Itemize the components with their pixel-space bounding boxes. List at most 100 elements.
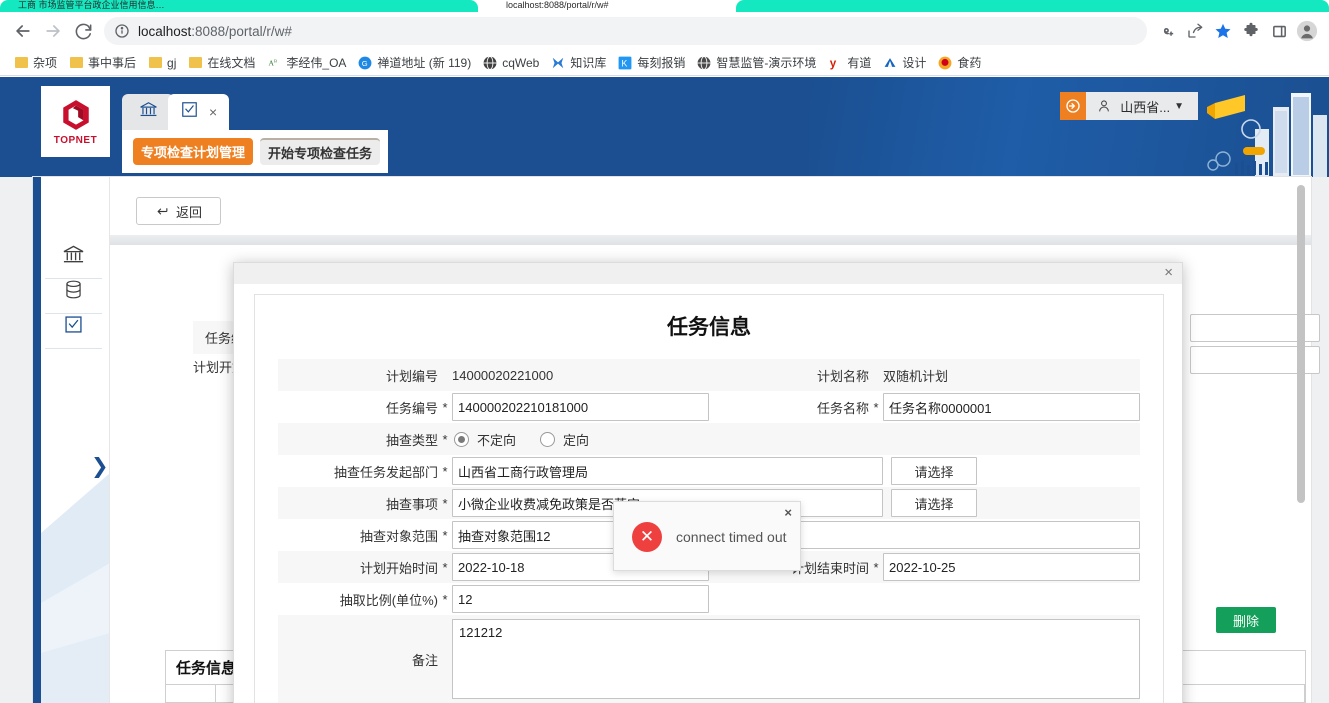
youdao-icon: y: [828, 56, 842, 70]
globe-dark-icon: [697, 55, 711, 70]
toast-close-icon[interactable]: ×: [784, 505, 792, 520]
item-select-button[interactable]: 请选择: [891, 489, 977, 517]
bookmark-item[interactable]: cqWeb: [477, 52, 545, 74]
remark-textarea[interactable]: 121212: [452, 619, 1140, 699]
task-name-input[interactable]: 任务名称0000001: [883, 393, 1140, 421]
x-star-icon: [551, 56, 565, 70]
radio-directed[interactable]: [540, 431, 556, 447]
bookmark-item[interactable]: y 有道: [822, 52, 877, 74]
bookmark-item[interactable]: K 每刻报销: [612, 52, 691, 74]
bookmark-star-icon[interactable]: [1209, 17, 1237, 45]
side-panel-icon[interactable]: [1265, 17, 1293, 45]
value-plan-no: 14000020221000: [452, 359, 709, 391]
form-row-plan: 计划编号 14000020221000 计划名称 双随机计划: [278, 359, 1140, 391]
extensions-icon[interactable]: [1237, 17, 1265, 45]
required-marker: *: [438, 423, 452, 455]
label-task-name: 任务名称: [709, 391, 869, 423]
bookmark-item[interactable]: 食药: [932, 52, 987, 74]
required-marker: *: [869, 551, 883, 583]
bookmark-label: 有道: [847, 56, 872, 70]
address-bar[interactable]: localhost:8088/portal/r/w#: [104, 17, 1147, 45]
bookmark-item[interactable]: AB 李经伟_OA: [261, 52, 352, 74]
profile-avatar-icon[interactable]: [1293, 17, 1321, 45]
label-item: 抽查事项: [278, 487, 438, 519]
bookmark-item[interactable]: 知识库: [545, 52, 612, 74]
bookmark-label: 在线文档: [207, 56, 256, 70]
key-icon[interactable]: [1153, 17, 1181, 45]
svg-text:K: K: [622, 58, 628, 68]
error-toast: × ✕ connect timed out: [613, 501, 801, 571]
browser-tab[interactable]: [736, 0, 1329, 12]
required-marker: *: [438, 455, 452, 487]
spacer-cell: [709, 423, 869, 455]
site-info-icon[interactable]: [114, 23, 130, 39]
bookmarks-bar: 杂项 事中事后 gj 在线文档 AB 李经伟_OA G 禅道地址 (新 119): [0, 50, 1329, 76]
folder-icon: [69, 56, 83, 70]
folder-icon: [148, 56, 162, 70]
dept-input[interactable]: 山西省工商行政管理局: [452, 457, 883, 485]
bookmark-label: 事中事后: [88, 56, 137, 70]
bookmark-item[interactable]: 智慧监管-演示环境: [691, 52, 822, 74]
bookmark-label: 杂项: [33, 56, 58, 70]
error-circle-icon: ✕: [632, 522, 662, 552]
forward-icon[interactable]: [38, 16, 68, 46]
label-check-type: 抽查类型: [278, 423, 438, 455]
label-start-time: 计划开始时间: [278, 551, 438, 583]
radio-directed-label[interactable]: 定向: [563, 430, 589, 449]
share-icon[interactable]: [1181, 17, 1209, 45]
folder-icon: [188, 56, 202, 70]
close-tab-icon[interactable]: ×: [209, 104, 217, 120]
end-time-input[interactable]: 2022-10-25: [883, 553, 1140, 581]
bookmark-item[interactable]: 设计: [877, 52, 932, 74]
ratio-input[interactable]: 12: [452, 585, 709, 613]
bookmark-item[interactable]: 事中事后: [63, 52, 142, 74]
bookmark-item[interactable]: G 禅道地址 (新 119): [352, 52, 477, 74]
system-tab-inspection[interactable]: ×: [168, 94, 230, 130]
spacer-cell: [883, 423, 1140, 455]
bookmark-label: 智慧监管-演示环境: [716, 56, 817, 70]
form-row-check-type: 抽查类型 * 不定向 定向: [278, 423, 1140, 455]
spacer-cell: [869, 423, 883, 455]
folder-icon: [14, 56, 28, 70]
label-remark: 备注: [278, 615, 438, 703]
toast-message: connect timed out: [676, 529, 787, 545]
ab-icon: AB: [267, 56, 281, 70]
modal-title: 任务信息: [667, 316, 751, 339]
browser-tab[interactable]: 工商 市场监管平台政企业信用信息…: [0, 0, 478, 12]
check-type-radio-group: 不定向 定向: [452, 430, 709, 449]
required-marker: *: [438, 551, 452, 583]
browser-tab-active[interactable]: localhost:8088/portal/r/w#: [488, 0, 728, 12]
globe-icon: [483, 55, 497, 70]
bookmark-label: gj: [167, 55, 177, 70]
reload-icon[interactable]: [68, 16, 98, 46]
label-dept: 抽查任务发起部门: [278, 455, 438, 487]
close-icon[interactable]: ×: [1164, 264, 1173, 281]
browser-tab-title: localhost:8088/portal/r/w#: [506, 0, 609, 10]
zentao-icon: G: [358, 56, 372, 70]
bookmark-item[interactable]: 杂项: [8, 52, 63, 74]
bookmark-item[interactable]: 在线文档: [182, 52, 261, 74]
task-no-input[interactable]: 140000202210181000: [452, 393, 709, 421]
label-plan-name: 计划名称: [709, 359, 869, 391]
required-marker: *: [869, 391, 883, 423]
dept-select-button[interactable]: 请选择: [891, 457, 977, 485]
bookmark-label: 李经伟_OA: [286, 56, 347, 70]
req-plan-no: [438, 359, 452, 391]
required-marker: *: [438, 583, 452, 615]
svg-text:B: B: [274, 58, 277, 63]
form-row-task: 任务编号 * 140000202210181000 任务名称 * 任务名称000…: [278, 391, 1140, 423]
bookmark-item[interactable]: gj: [142, 52, 182, 74]
modal-header: ×: [234, 263, 1182, 284]
form-row-ratio: 抽取比例(单位%) * 12: [278, 583, 1140, 615]
bookmark-label: 禅道地址 (新 119): [377, 56, 472, 70]
checklist-icon: [180, 100, 199, 124]
req-plan-name: [869, 359, 883, 391]
bookmark-label: 设计: [902, 56, 927, 70]
radio-undirected[interactable]: [454, 431, 469, 447]
bookmark-label: 每刻报销: [637, 56, 686, 70]
spacer-cell: [883, 583, 1140, 615]
form-row-remark: 备注 121212: [278, 615, 1140, 703]
radio-undirected-label[interactable]: 不定向: [477, 430, 516, 449]
form-row-dept: 抽查任务发起部门 * 山西省工商行政管理局 请选择: [278, 455, 1140, 487]
back-icon[interactable]: [8, 16, 38, 46]
